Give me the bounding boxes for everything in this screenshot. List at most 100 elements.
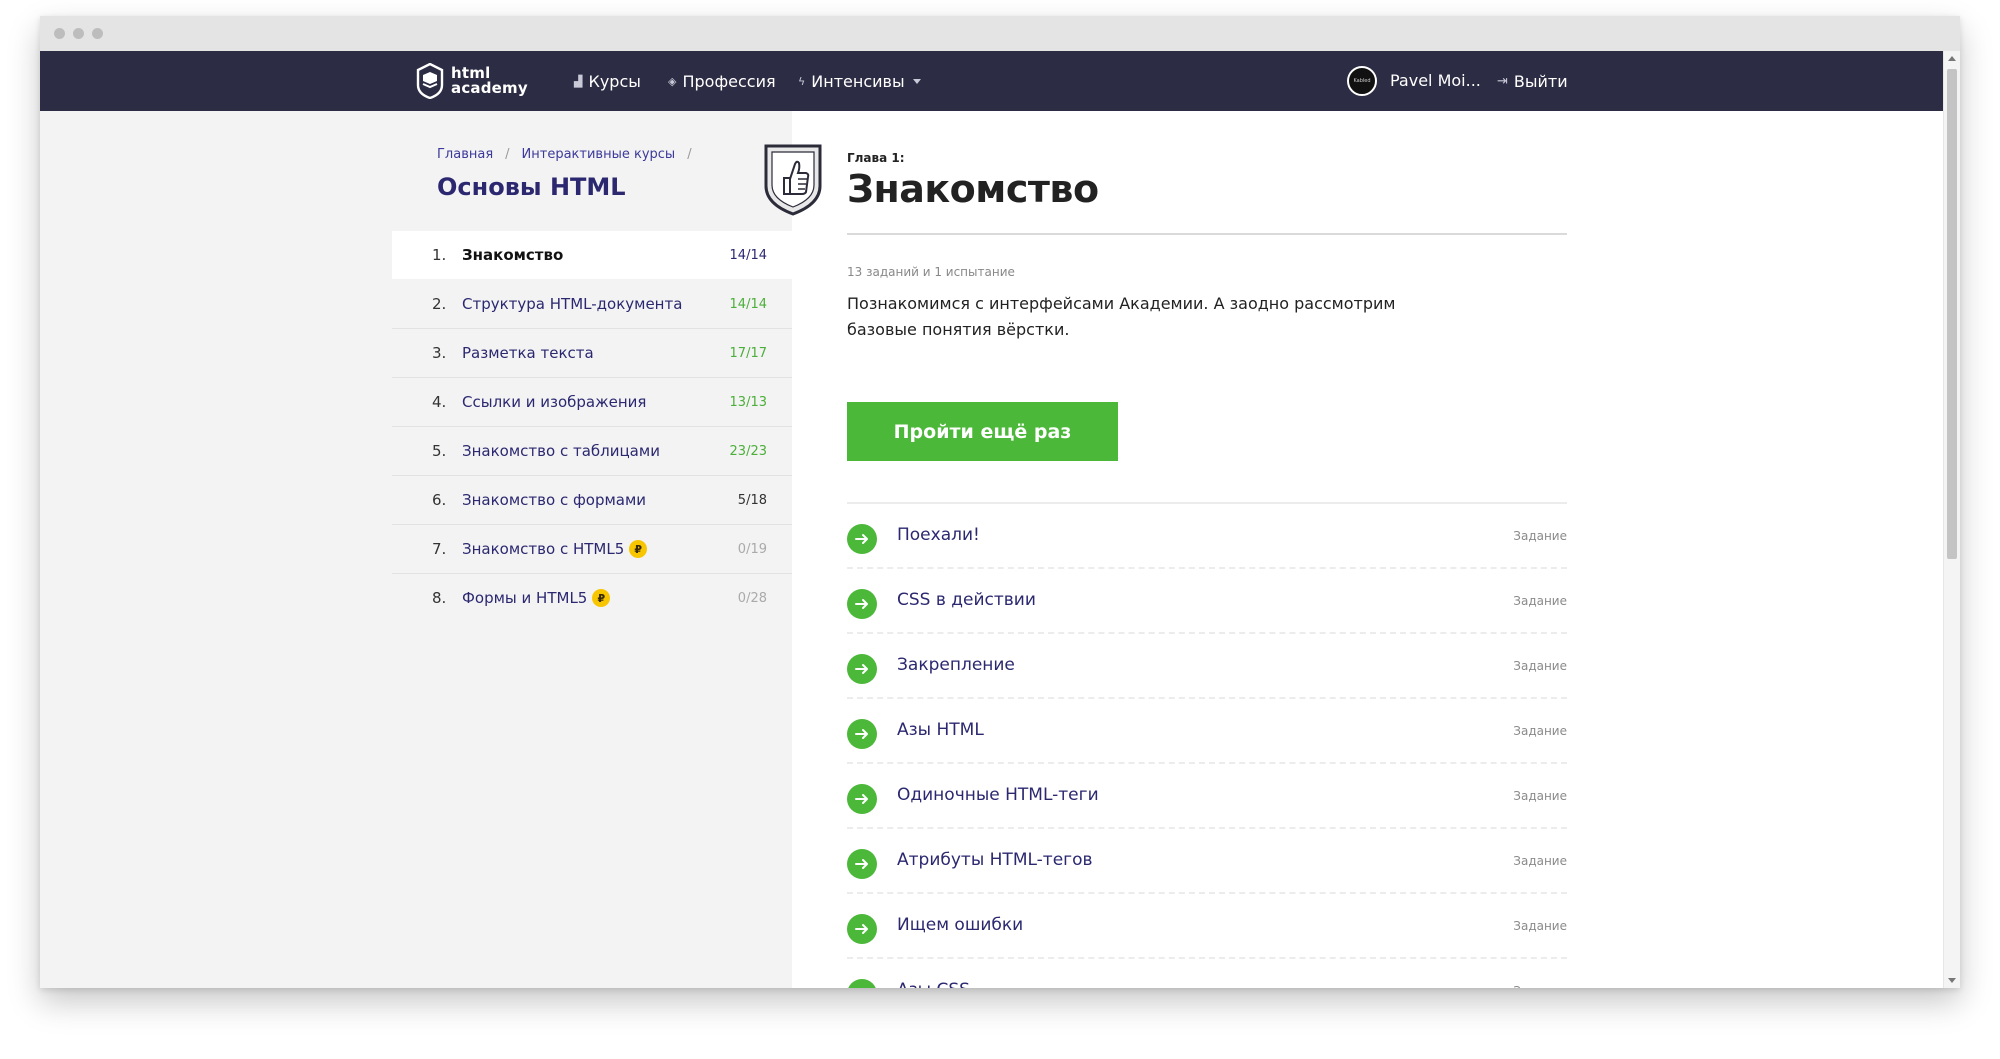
chapter-number: 5. [432,442,447,460]
chapter-progress: 23/23 [729,443,767,459]
chapter-item[interactable]: 2. Структура HTML-документа 14/14 [392,280,792,329]
breadcrumb-interactive-courses[interactable]: Интерактивные курсы [522,147,676,162]
task-title: Закрепление [897,655,1015,675]
nav-courses[interactable]: ▟ Курсы [574,51,641,111]
task-type: Задание [1513,659,1567,673]
arrow-right-icon [847,589,877,619]
user-name[interactable]: Pavel Moi... [1390,51,1481,111]
arrow-right-icon [847,784,877,814]
logout-button[interactable]: ⇥ Выйти [1497,51,1568,111]
scroll-down-arrow-icon[interactable] [1948,978,1956,983]
chapter-item[interactable]: 6. Знакомство с формами 5/18 [392,476,792,525]
logo[interactable]: html academy [416,63,528,99]
browser-window: html academy ▟ Курсы ◈ Профессия ϟ Интен… [40,16,1960,988]
task-title: CSS в действии [897,590,1036,610]
task-title: Атрибуты HTML-тегов [897,850,1093,870]
task-type: Задание [1513,529,1567,543]
chapter-item[interactable]: 5. Знакомство с таблицами 23/23 [392,427,792,476]
chapter-title: Ссылки и изображения [462,393,647,411]
breadcrumb-separator: / [505,147,510,162]
lightning-icon: ϟ [798,74,806,88]
chapter-number: 6. [432,491,447,509]
task-item[interactable]: Ищем ошибки Задание [847,894,1567,959]
chapter-title-wrap: Знакомство с HTML5 ₽ [462,540,648,558]
chapter-item[interactable]: 1. Знакомство 14/14 [392,231,792,280]
nav-courses-label: Курсы [588,71,641,91]
retry-button[interactable]: Пройти ещё раз [847,402,1118,461]
chapter-title: Знакомство с формами [462,491,647,509]
task-type: Задание [1513,789,1567,803]
nav-intensives[interactable]: ϟ Интенсивы [798,51,921,111]
paid-coin-icon: ₽ [629,540,648,558]
task-type: Задание [1513,724,1567,738]
arrow-right-icon [847,654,877,684]
chapter-title: Знакомство с таблицами [462,442,660,460]
page-title: Знакомство [847,167,1099,211]
task-item[interactable]: Поехали! Задание [847,504,1567,569]
task-type: Задание [1513,919,1567,933]
breadcrumb-separator: / [687,147,692,162]
task-item[interactable]: Атрибуты HTML-тегов Задание [847,829,1567,894]
page-viewport: html academy ▟ Курсы ◈ Профессия ϟ Интен… [40,51,1944,988]
nav-profession[interactable]: ◈ Профессия [668,51,776,111]
task-item[interactable]: Закрепление Задание [847,634,1567,699]
window-zoom-dot[interactable] [92,28,103,39]
chapter-title: Формы и HTML5 [462,589,588,607]
nav-intensives-label: Интенсивы [811,71,905,91]
avatar[interactable]: Kabled [1347,66,1377,96]
chapter-title: Разметка текста [462,344,594,362]
thumbs-up-badge-icon [764,144,822,216]
graduation-cap-icon: ◈ [668,74,677,88]
chapter-item[interactable]: 3. Разметка текста 17/17 [392,329,792,378]
vertical-scrollbar[interactable] [1943,51,1960,988]
arrow-right-icon [847,914,877,944]
logout-icon: ⇥ [1497,73,1508,89]
window-close-dot[interactable] [54,28,65,39]
breadcrumb: Главная / Интерактивные курсы / [437,147,704,162]
chapter-item[interactable]: 7. Знакомство с HTML5 ₽ 0/19 [392,525,792,574]
course-title: Основы HTML [437,173,626,201]
nav-profession-label: Профессия [682,71,776,91]
chapter-label: Глава 1: [847,151,905,165]
chapter-progress: 14/14 [729,296,767,312]
chapter-number: 4. [432,393,447,411]
arrow-right-icon [847,849,877,879]
chapter-progress: 17/17 [729,345,767,361]
arrow-right-icon [847,524,877,554]
chapter-meta: 13 заданий и 1 испытание [847,265,1015,279]
scrollbar-thumb[interactable] [1947,69,1957,559]
chapter-title-wrap: Формы и HTML5 ₽ [462,589,611,607]
arrow-right-icon [847,719,877,749]
task-item[interactable]: CSS в действии Задание [847,569,1567,634]
task-title: Ищем ошибки [897,915,1024,935]
bar-chart-icon: ▟ [574,74,583,88]
arrow-right-icon [847,979,877,988]
task-item[interactable]: Азы HTML Задание [847,699,1567,764]
task-title: Поехали! [897,525,980,545]
task-item[interactable]: Одиночные HTML-теги Задание [847,764,1567,829]
chapter-number: 8. [432,589,447,607]
chapter-progress: 13/13 [729,394,767,410]
chapter-progress: 0/19 [737,541,767,557]
chapter-title: Структура HTML-документа [462,295,683,313]
chapter-item[interactable]: 8. Формы и HTML5 ₽ 0/28 [392,574,792,622]
chapter-item[interactable]: 4. Ссылки и изображения 13/13 [392,378,792,427]
scroll-up-arrow-icon[interactable] [1948,56,1956,61]
task-item[interactable]: Азы CSS Задание [847,959,1567,988]
chapter-number: 1. [432,246,447,264]
task-type: Задание [1513,854,1567,868]
task-title: Одиночные HTML-теги [897,785,1099,805]
breadcrumb-home[interactable]: Главная [437,147,493,162]
chapter-progress: 0/28 [737,590,767,606]
chapter-number: 7. [432,540,447,558]
chapter-title: Знакомство [462,246,564,264]
divider [847,233,1567,235]
logout-label: Выйти [1513,71,1568,91]
logo-text: html academy [451,66,528,96]
chapter-list: 1. Знакомство 14/14 2. Структура HTML-до… [392,231,792,622]
task-type: Задание [1513,594,1567,608]
window-minimize-dot[interactable] [73,28,84,39]
task-list: Поехали! Задание CSS в действии Задание … [847,504,1567,988]
site-header: html academy ▟ Курсы ◈ Профессия ϟ Интен… [40,51,1944,111]
logo-line-2: academy [451,79,528,97]
